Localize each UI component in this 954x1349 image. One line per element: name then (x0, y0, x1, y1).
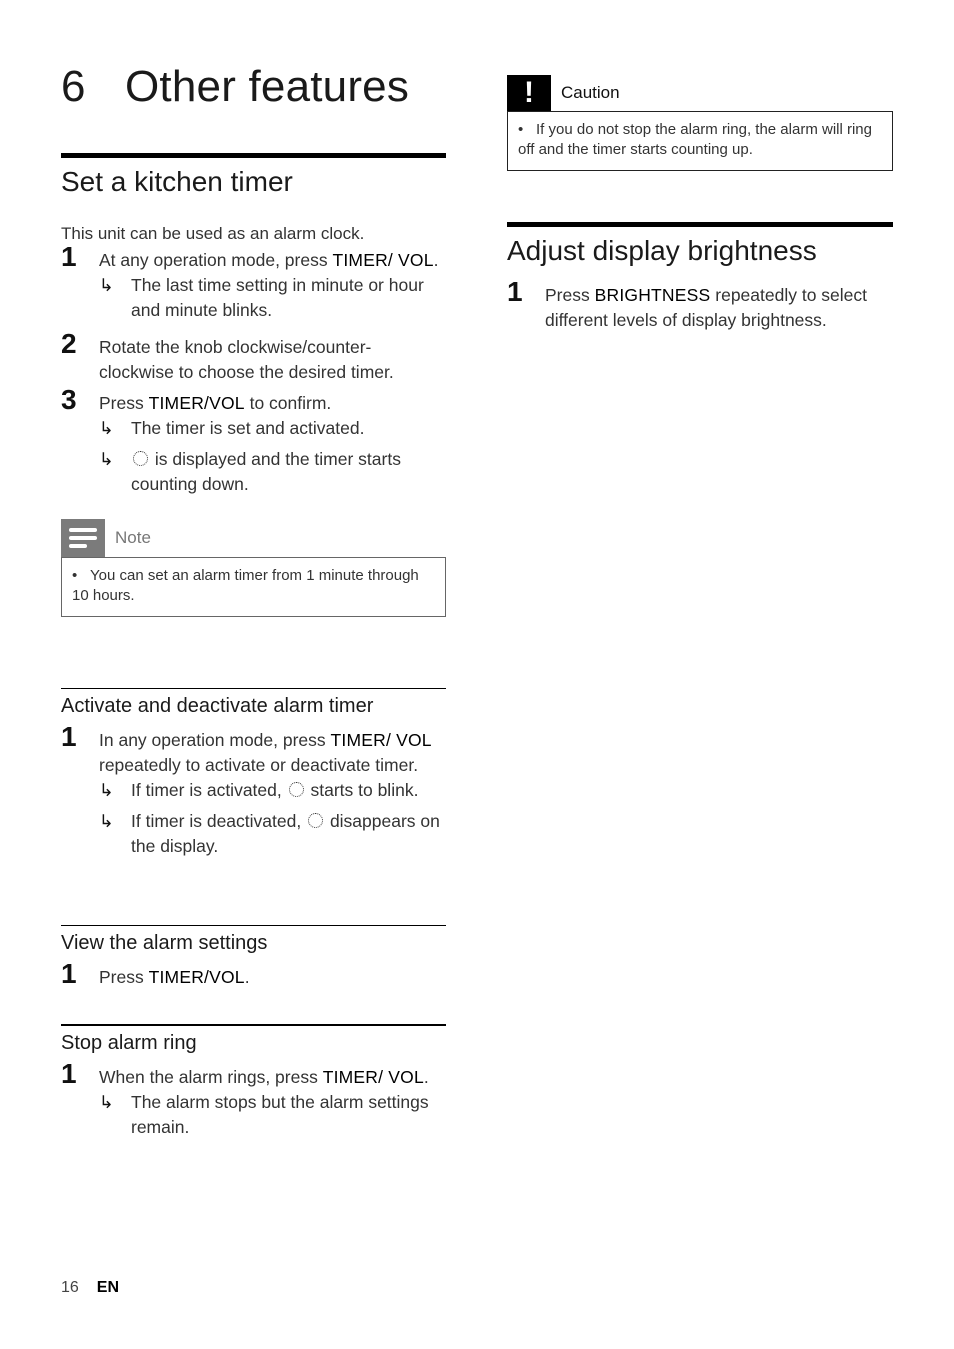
step-result: ↳ The last time setting in minute or hou… (99, 273, 446, 323)
key-label: TIMER/VOL (148, 967, 245, 987)
step-text: Press (99, 393, 149, 413)
step-text-end: to confirm. (244, 393, 332, 413)
section-brightness: Adjust display brightness 1 Press BRIGHT… (507, 222, 893, 333)
key-label: TIMER/ VOL (332, 250, 434, 270)
step-3: 3 Press TIMER/VOL to confirm. ↳ The time… (61, 386, 446, 497)
language-code: EN (96, 1279, 120, 1296)
arrow-icon: ↳ (99, 811, 114, 831)
step-result: ↳ If timer is activated, starts to blink… (99, 778, 446, 803)
timer-clock-icon (133, 451, 148, 466)
step-number: 1 (507, 276, 523, 307)
step-text-end: . (433, 250, 439, 270)
step-number: 1 (61, 1058, 77, 1089)
key-label: TIMER/VOL (148, 393, 245, 413)
step-text: When the alarm rings, press (99, 1067, 323, 1087)
caution-label: Caution (561, 83, 620, 102)
note-lines-icon (61, 519, 105, 557)
section-activate: Activate and deactivate alarm timer 1 In… (61, 688, 446, 859)
section-heading: View the alarm settings (61, 925, 446, 955)
section-heading: Adjust display brightness (507, 222, 893, 267)
section-stop: Stop alarm ring 1 When the alarm rings, … (61, 1024, 446, 1140)
section-view: View the alarm settings 1 Press TIMER/VO… (61, 925, 446, 990)
step-text: Rotate the knob clockwise/counter-clockw… (99, 337, 394, 382)
note-box: Note • You can set an alarm timer from 1 … (61, 519, 446, 617)
result-text: The timer is set and activated. (131, 418, 365, 438)
step-1: 1 Press BRIGHTNESS repeatedly to select … (507, 278, 893, 333)
key-label: TIMER/ VOL (322, 1067, 424, 1087)
page-number: 16 (61, 1279, 79, 1296)
key-label: TIMER/ VOL (330, 730, 432, 750)
step-result: ↳ If timer is deactivated, disappears on… (99, 809, 446, 859)
arrow-icon: ↳ (99, 275, 114, 295)
step-text-end: . (244, 967, 250, 987)
result-text: The last time setting in minute or hour … (131, 275, 424, 320)
step-number: 1 (61, 958, 77, 989)
step-text-end: repeatedly to activate or deactivate tim… (99, 755, 419, 775)
note-label: Note (115, 528, 151, 547)
intro-text: This unit can be used as an alarm clock. (61, 224, 365, 243)
caution-box: ! Caution • If you do not stop the alarm … (507, 75, 893, 171)
section-heading: Set a kitchen timer (61, 153, 446, 198)
caution-header: ! Caution (507, 75, 893, 111)
step-number: 3 (61, 384, 77, 415)
step-1: 1 When the alarm rings, press TIMER/ VOL… (61, 1060, 446, 1140)
arrow-icon: ↳ (99, 418, 114, 438)
step-1: 1 At any operation mode, press TIMER/ VO… (61, 243, 446, 323)
section-kitchen-timer: Set a kitchen timer This unit can be use… (61, 153, 446, 617)
caution-text: If you do not stop the alarm ring, the a… (518, 121, 872, 158)
timer-clock-icon (288, 782, 304, 797)
result-text: The alarm stops but the alarm settings r… (131, 1092, 429, 1137)
chapter-number: 6 (61, 62, 86, 111)
step-text: In any operation mode, press (99, 730, 331, 750)
step-text-end: . (423, 1067, 429, 1087)
step-number: 1 (61, 721, 77, 752)
section-heading: Activate and deactivate alarm timer (61, 688, 446, 718)
note-text: You can set an alarm timer from 1 minute… (72, 567, 419, 604)
result-text-end: starts to blink. (305, 780, 419, 800)
bullet: • (518, 121, 524, 138)
step-text: At any operation mode, press (99, 250, 333, 270)
note-content: • You can set an alarm timer from 1 minut… (61, 557, 446, 617)
step-number: 2 (61, 328, 77, 359)
arrow-icon: ↳ (99, 780, 114, 800)
caution-content: • If you do not stop the alarm ring, the … (507, 111, 893, 171)
step-number: 1 (61, 241, 77, 272)
step-2: 2 Rotate the knob clockwise/counter-cloc… (61, 330, 446, 385)
step-result: ↳ is displayed and the timer starts coun… (99, 447, 446, 497)
step-1: 1 In any operation mode, press TIMER/ VO… (61, 723, 446, 859)
result-text: If timer is deactivated, (131, 811, 307, 831)
timer-clock-icon (308, 813, 324, 828)
page-footer: 16 EN (61, 1279, 119, 1297)
section-heading: Stop alarm ring (61, 1024, 446, 1055)
result-text: If timer is activated, (131, 780, 287, 800)
key-label: BRIGHTNESS (594, 285, 711, 305)
step-result: ↳ The timer is set and activated. (99, 416, 446, 441)
step-text: Press (545, 285, 595, 305)
note-header: Note (61, 519, 446, 557)
chapter-title: 6 Other features (61, 62, 409, 112)
step-1: 1 Press TIMER/VOL. (61, 960, 446, 990)
bullet: • (72, 567, 78, 584)
exclamation-icon: ! (507, 75, 551, 111)
result-text: is displayed and the timer starts counti… (131, 449, 401, 494)
arrow-icon: ↳ (99, 449, 114, 469)
chapter-title-text: Other features (125, 62, 410, 111)
step-result: ↳ The alarm stops but the alarm settings… (99, 1090, 446, 1140)
step-text: Press (99, 967, 149, 987)
arrow-icon: ↳ (99, 1092, 114, 1112)
